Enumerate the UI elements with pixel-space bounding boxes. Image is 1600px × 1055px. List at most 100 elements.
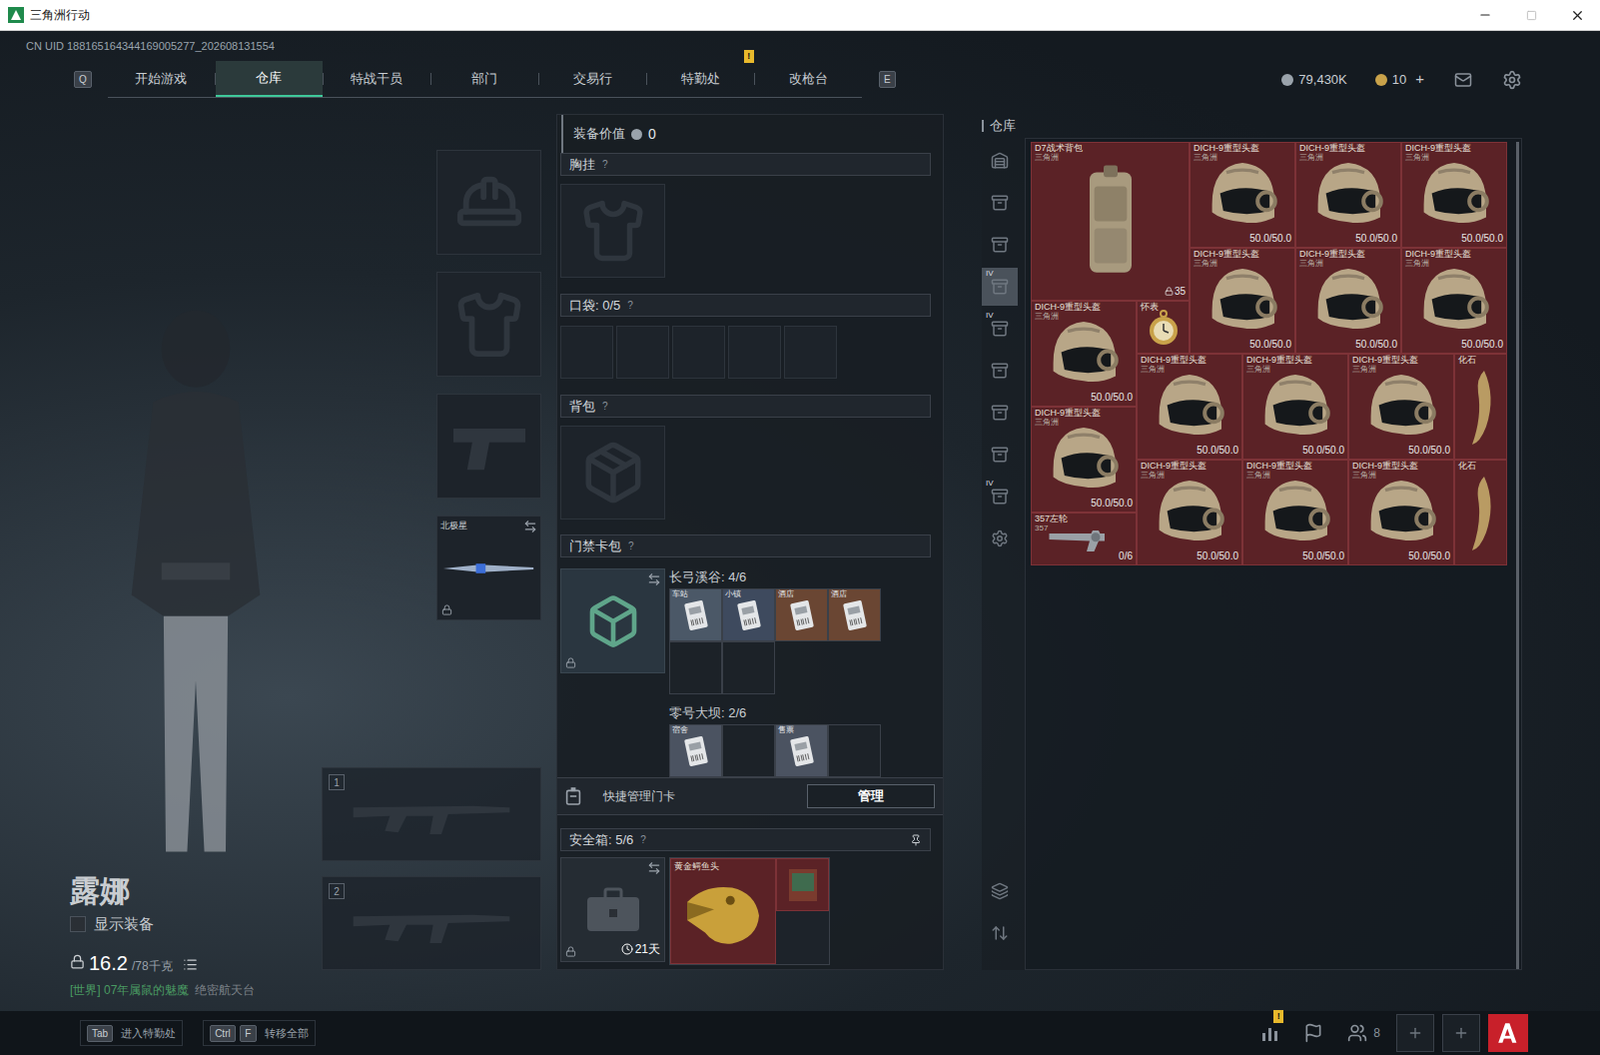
keycard-slot[interactable]: 酒店 bbox=[827, 588, 881, 642]
backpack-slot[interactable] bbox=[560, 425, 666, 520]
item-durability: 50.0/50.0 bbox=[1408, 548, 1451, 564]
stats-button[interactable]: ! bbox=[1251, 1013, 1288, 1052]
minimize-button[interactable] bbox=[1462, 0, 1509, 30]
warehouse-tab[interactable] bbox=[981, 519, 1018, 558]
warehouse-tab[interactable] bbox=[981, 225, 1018, 264]
flag-button[interactable] bbox=[1295, 1013, 1332, 1052]
warehouse-item[interactable]: DICH-9重型头盔三角洲50.0/50.0 bbox=[1401, 141, 1508, 248]
help-mark[interactable]: ? bbox=[599, 398, 612, 414]
manage-button[interactable]: 管理 bbox=[806, 784, 935, 808]
add-currency-button[interactable]: + bbox=[1415, 67, 1425, 91]
safe-box-timer: 21天 bbox=[621, 939, 661, 958]
nav-tab[interactable]: 改枪台 bbox=[755, 60, 862, 97]
show-equipment-toggle[interactable]: 显示装备 bbox=[69, 912, 322, 936]
nav-tab[interactable]: 特勤处! bbox=[647, 60, 755, 97]
safe-box-item[interactable] bbox=[776, 857, 829, 911]
keycard-slot[interactable] bbox=[722, 641, 776, 695]
warehouse-item[interactable]: 怀表 bbox=[1136, 300, 1190, 354]
melee-slot[interactable]: 北极星 bbox=[436, 515, 542, 621]
warehouse-tab[interactable] bbox=[981, 183, 1018, 222]
mail-icon[interactable] bbox=[1452, 70, 1475, 89]
gear-icon[interactable] bbox=[1502, 69, 1523, 90]
keycard-slot[interactable]: 宿舍 bbox=[669, 724, 723, 778]
pocket-slot[interactable] bbox=[784, 325, 837, 379]
weapon-slot[interactable]: 2 bbox=[321, 875, 542, 970]
warehouse-item[interactable]: DICH-9重型头盔三角洲50.0/50.0 bbox=[1189, 141, 1296, 248]
keycard-slot[interactable] bbox=[669, 641, 723, 695]
pocket-slot[interactable] bbox=[560, 325, 614, 379]
help-mark[interactable]: ? bbox=[637, 831, 650, 847]
nav-tab[interactable]: 仓库 bbox=[215, 60, 323, 97]
game-logo[interactable] bbox=[1488, 1013, 1529, 1052]
maximize-button[interactable] bbox=[1508, 0, 1555, 30]
map-name: 长弓溪谷: 4/6 bbox=[669, 568, 881, 587]
add-slot-button[interactable] bbox=[1442, 1013, 1481, 1052]
safe-box-item[interactable]: 黄金鳄鱼头 bbox=[670, 857, 777, 964]
warehouse-item[interactable]: 化石 bbox=[1454, 353, 1508, 460]
warehouse-item[interactable]: DICH-9重型头盔三角洲50.0/50.0 bbox=[1030, 300, 1137, 407]
warehouse-tab[interactable]: IV bbox=[981, 477, 1018, 516]
swap-icon[interactable] bbox=[523, 519, 538, 534]
warehouse-tab[interactable]: IV bbox=[981, 267, 1018, 306]
nav-tab[interactable]: 部门 bbox=[431, 60, 539, 97]
warehouse-item[interactable]: DICH-9重型头盔三角洲50.0/50.0 bbox=[1136, 353, 1243, 460]
keycard-case[interactable] bbox=[560, 568, 666, 674]
warehouse-item[interactable]: DICH-9重型头盔三角洲50.0/50.0 bbox=[1348, 353, 1455, 460]
warehouse-item[interactable]: DICH-9重型头盔三角洲50.0/50.0 bbox=[1348, 459, 1455, 566]
warehouse-item[interactable]: D7战术背包三角洲35 bbox=[1030, 141, 1190, 301]
weapon-slot[interactable]: 1 bbox=[321, 767, 542, 861]
warehouse-tab[interactable] bbox=[981, 351, 1018, 390]
list-icon[interactable] bbox=[182, 956, 198, 972]
nav-tab[interactable]: 交易行 bbox=[539, 60, 647, 97]
nav-tab[interactable]: 特战干员 bbox=[323, 60, 431, 97]
scrollbar[interactable] bbox=[1516, 141, 1520, 969]
swap-icon[interactable] bbox=[647, 572, 662, 587]
warehouse-tab[interactable] bbox=[981, 141, 1018, 180]
pistol-slot[interactable] bbox=[436, 393, 542, 499]
warehouse-item[interactable]: DICH-9重型头盔三角洲50.0/50.0 bbox=[1189, 247, 1296, 354]
pocket-slot[interactable] bbox=[616, 325, 670, 379]
keycard-slot[interactable] bbox=[827, 724, 881, 778]
warehouse-item[interactable]: 化石 bbox=[1454, 459, 1508, 566]
nav-tab[interactable]: 开始游戏 bbox=[107, 60, 215, 97]
warehouse-item[interactable]: DICH-9重型头盔三角洲50.0/50.0 bbox=[1136, 459, 1243, 566]
close-button[interactable] bbox=[1554, 0, 1600, 30]
keycard-slot[interactable]: 车站 bbox=[669, 588, 723, 642]
warehouse-tab[interactable] bbox=[981, 393, 1018, 432]
warehouse-item[interactable]: 357左轮3570/6 bbox=[1030, 512, 1137, 566]
keycard-slot[interactable] bbox=[722, 724, 776, 778]
keycard-slot[interactable]: 售票 bbox=[775, 724, 828, 778]
pocket-slot[interactable] bbox=[672, 325, 726, 379]
safe-box-case[interactable]: 21天 bbox=[560, 856, 666, 962]
content: 露娜显示装备16.2/78千克[世界] 07年属鼠的魅魔绝密航天台北极星12装备… bbox=[0, 97, 1600, 1011]
keycard-name: 酒店 bbox=[778, 590, 795, 599]
armor-slot[interactable] bbox=[436, 271, 542, 377]
warehouse-item[interactable]: DICH-9重型头盔三角洲50.0/50.0 bbox=[1401, 247, 1508, 354]
keycard-slot[interactable]: 酒店 bbox=[775, 588, 828, 642]
help-mark[interactable]: ? bbox=[599, 156, 612, 172]
warehouse-item[interactable]: DICH-9重型头盔三角洲50.0/50.0 bbox=[1295, 247, 1402, 354]
help-mark[interactable]: ? bbox=[624, 297, 637, 313]
help-mark[interactable]: ? bbox=[625, 538, 638, 554]
team-button[interactable]: 8 bbox=[1339, 1013, 1389, 1052]
warehouse-item[interactable]: DICH-9重型头盔三角洲50.0/50.0 bbox=[1242, 353, 1349, 460]
warehouse-item[interactable]: DICH-9重型头盔三角洲50.0/50.0 bbox=[1295, 141, 1402, 248]
pocket-slot[interactable] bbox=[728, 325, 782, 379]
pin-icon[interactable] bbox=[909, 833, 922, 846]
chest-rig-slot[interactable] bbox=[560, 183, 666, 278]
loadout-panel: 装备价值0胸挂?口袋: 0/5?背包?门禁卡包?长弓溪谷: 4/6车站小镇酒店酒… bbox=[556, 113, 944, 970]
warehouse-item[interactable]: DICH-9重型头盔三角洲50.0/50.0 bbox=[1030, 406, 1137, 513]
warehouse-item[interactable]: DICH-9重型头盔三角洲50.0/50.0 bbox=[1242, 459, 1349, 566]
warehouse-tab[interactable] bbox=[981, 871, 1018, 910]
shortcut-hint[interactable]: Tab进入特勤处 bbox=[79, 1019, 183, 1046]
swap-icon[interactable] bbox=[647, 860, 662, 875]
warehouse-tab[interactable]: IV bbox=[981, 309, 1018, 348]
checkbox[interactable] bbox=[69, 915, 86, 932]
warehouse-tab[interactable] bbox=[981, 913, 1018, 952]
keycard-slot[interactable]: 小镇 bbox=[722, 588, 776, 642]
warehouse-tab[interactable] bbox=[981, 435, 1018, 474]
add-slot-button[interactable] bbox=[1396, 1013, 1435, 1052]
shortcut-hint[interactable]: CtrlF转移全部 bbox=[202, 1019, 316, 1046]
helmet-icon bbox=[1308, 154, 1389, 235]
helmet-slot[interactable] bbox=[436, 149, 542, 255]
